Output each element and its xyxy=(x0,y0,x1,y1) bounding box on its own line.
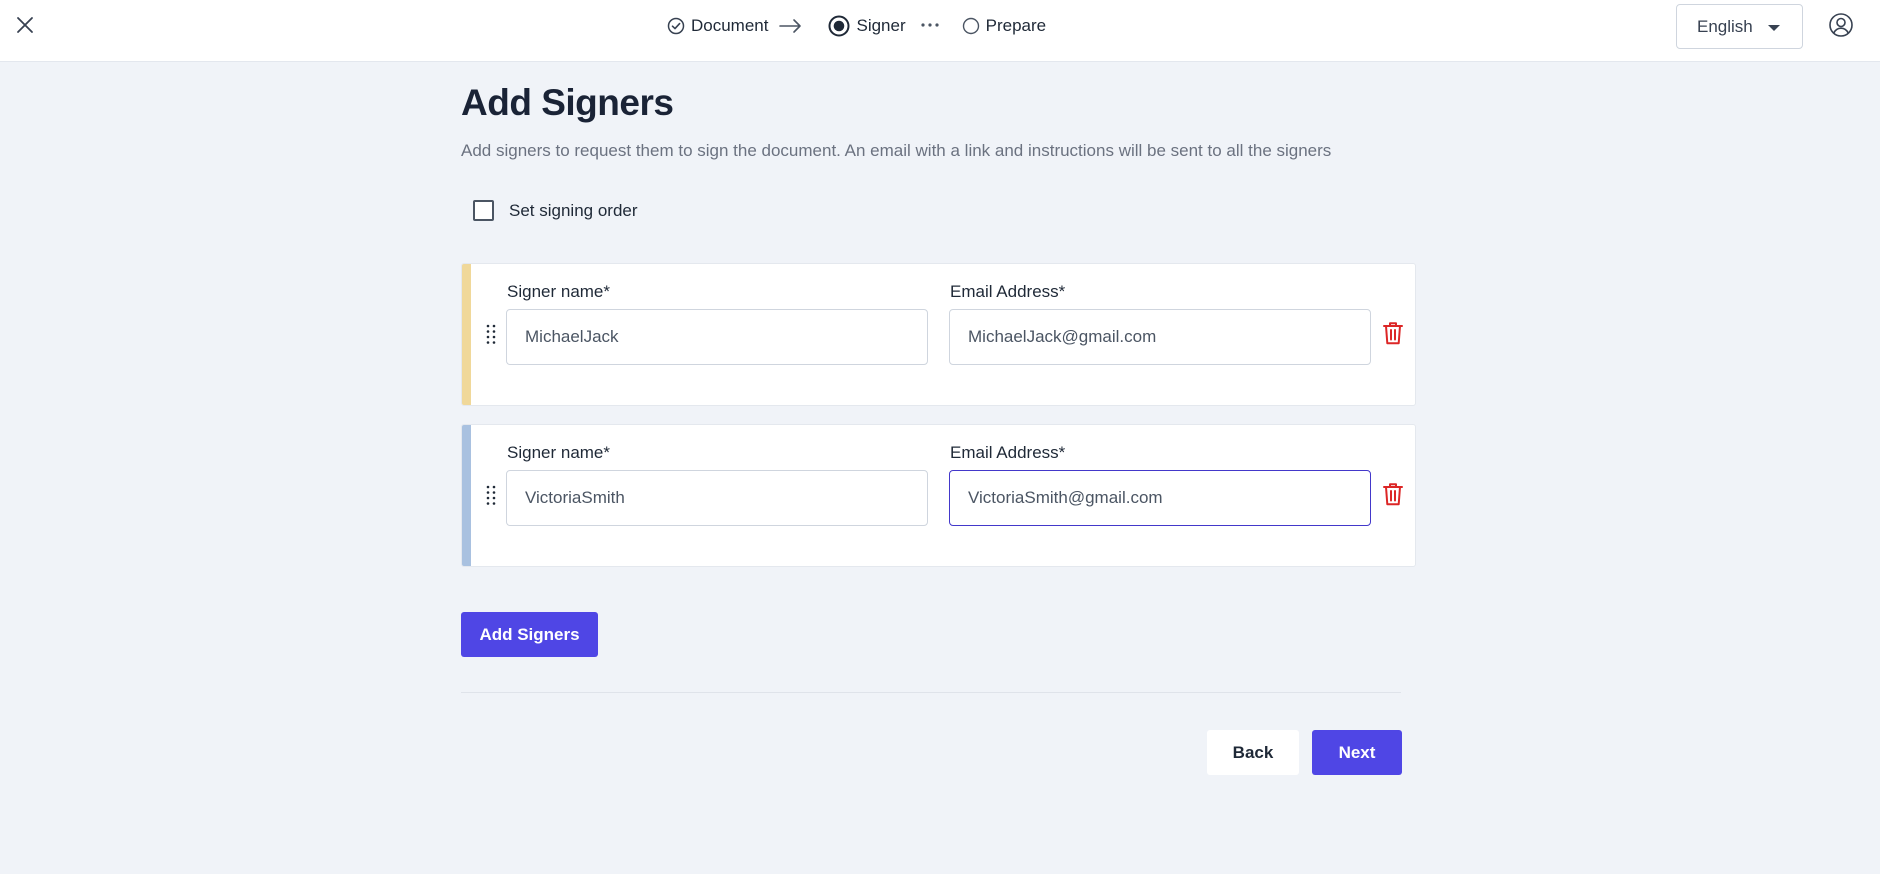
drag-handle[interactable] xyxy=(483,322,499,348)
signer-name-input[interactable] xyxy=(506,470,928,526)
page-description: Add signers to request them to sign the … xyxy=(461,141,1332,160)
signing-order-checkbox[interactable] xyxy=(473,200,494,221)
arrow-right-icon xyxy=(779,18,803,34)
radio-selected-icon xyxy=(828,15,850,37)
signer-card: Signer name* Email Address* xyxy=(461,424,1416,567)
back-button[interactable]: Back xyxy=(1207,730,1299,775)
divider xyxy=(461,692,1401,693)
step-prepare[interactable]: Prepare xyxy=(962,16,1046,36)
trash-icon xyxy=(1383,483,1403,506)
add-signers-button[interactable]: Add Signers xyxy=(461,612,598,657)
email-address-label: Email Address* xyxy=(950,443,1066,462)
page-title: Add Signers xyxy=(461,82,674,123)
close-button[interactable] xyxy=(12,12,38,38)
check-circle-icon xyxy=(667,17,685,35)
step-document[interactable]: Document xyxy=(667,16,768,36)
step-signer-label: Signer xyxy=(856,16,906,35)
wizard-steps: Document Signer Prepare xyxy=(667,13,1046,39)
step-prepare-label: Prepare xyxy=(985,16,1047,35)
next-button[interactable]: Next xyxy=(1312,730,1402,775)
drag-handle-icon xyxy=(486,485,496,505)
signer-name-label: Signer name* xyxy=(507,443,611,462)
close-icon xyxy=(17,17,33,33)
radio-empty-icon xyxy=(962,17,979,35)
trash-icon xyxy=(1383,322,1403,345)
language-select[interactable]: English xyxy=(1676,4,1803,49)
caret-down-icon xyxy=(1768,25,1780,31)
step-document-label: Document xyxy=(691,16,769,35)
signer-color-bar xyxy=(462,264,471,405)
signer-name-input[interactable] xyxy=(506,309,928,365)
email-address-input[interactable] xyxy=(949,309,1371,365)
email-address-input[interactable] xyxy=(949,470,1371,526)
signing-order-toggle[interactable]: Set signing order xyxy=(473,200,638,221)
signer-card: Signer name* Email Address* xyxy=(461,263,1416,406)
step-signer[interactable]: Signer xyxy=(828,15,906,37)
signer-color-bar xyxy=(462,425,471,566)
email-address-label: Email Address* xyxy=(950,282,1066,301)
delete-signer-button[interactable] xyxy=(1382,481,1404,507)
signing-order-label: Set signing order xyxy=(509,200,638,220)
language-select-value: English xyxy=(1697,16,1753,36)
drag-handle[interactable] xyxy=(483,483,499,509)
user-account-button[interactable] xyxy=(1828,12,1854,38)
delete-signer-button[interactable] xyxy=(1382,320,1404,346)
signer-name-label: Signer name* xyxy=(507,282,611,301)
user-circle-icon xyxy=(1829,13,1853,37)
drag-handle-icon xyxy=(486,324,496,344)
more-horizontal-icon xyxy=(920,22,940,30)
top-bar: Document Signer Prepare English xyxy=(0,0,1880,62)
